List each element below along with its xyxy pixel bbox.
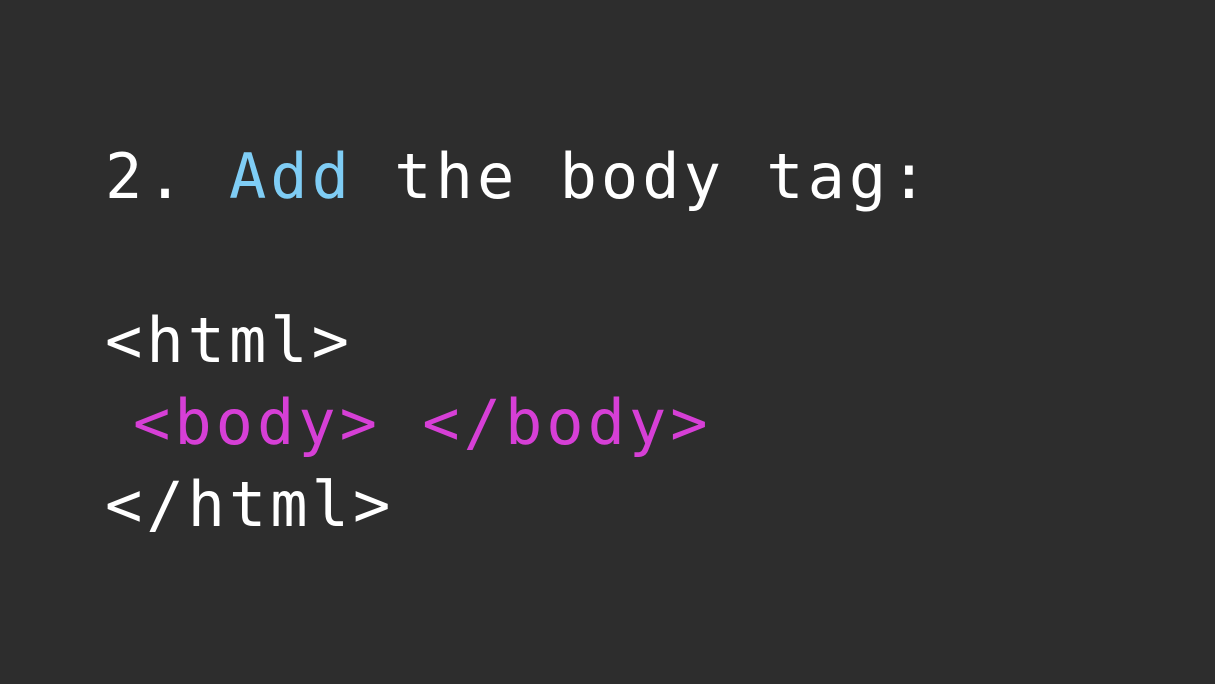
step-number: 2.: [105, 140, 188, 213]
step-description: the body tag:: [394, 140, 932, 213]
step-heading: 2. Add the body tag:: [105, 146, 932, 208]
open-body-tag: <body>: [133, 386, 381, 459]
step-verb: Add: [228, 140, 353, 213]
slide: 2. Add the body tag: <html> <body> </bod…: [0, 0, 1215, 684]
code-line-open-html: <html>: [105, 304, 353, 377]
code-line-close-html: </html>: [105, 468, 395, 541]
code-line-body: <body> </body>: [133, 392, 712, 454]
close-body-tag: </body>: [422, 386, 712, 459]
